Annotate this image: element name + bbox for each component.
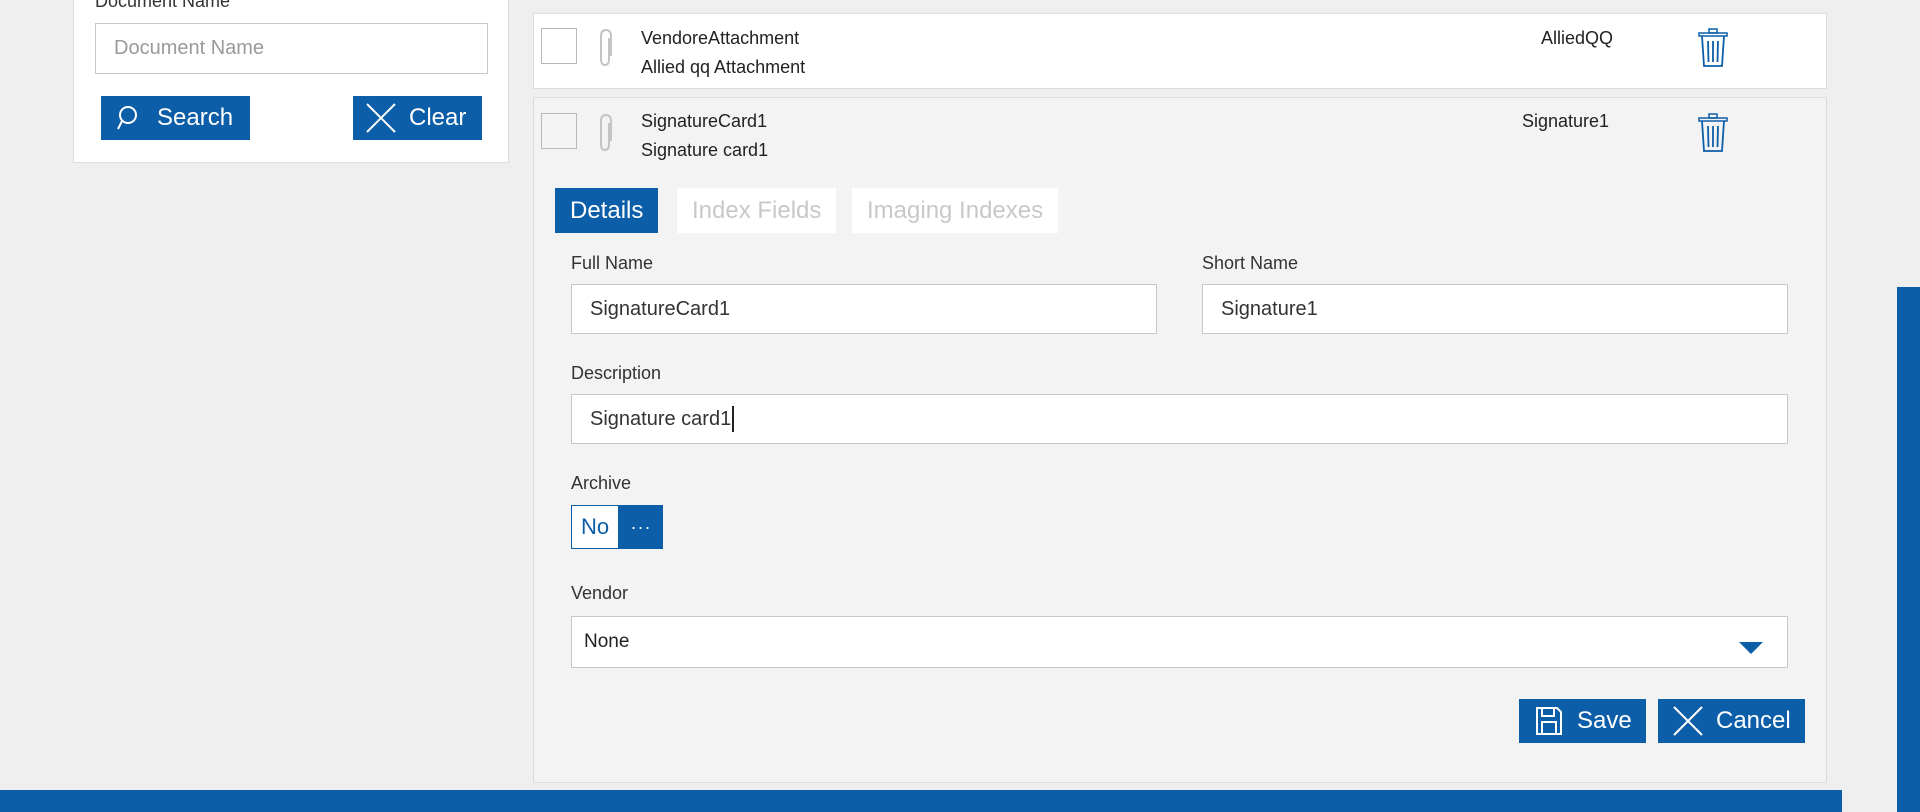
short-name-label: Short Name — [1202, 253, 1299, 273]
row-checkbox[interactable] — [541, 28, 577, 64]
document-title: VendoreAttachment — [641, 28, 800, 48]
document-description: Signature card1 — [641, 140, 769, 160]
paperclip-icon — [597, 28, 615, 73]
clear-button[interactable]: Clear — [353, 96, 482, 140]
full-name-field[interactable]: SignatureCard1 — [571, 284, 1157, 334]
archive-label: Archive — [571, 473, 632, 493]
scrollbar[interactable] — [1897, 287, 1920, 812]
search-button-label: Search — [157, 104, 234, 131]
document-row[interactable]: VendoreAttachment Allied qq Attachment A… — [533, 13, 1827, 89]
document-short-name: AlliedQQ — [1541, 28, 1614, 48]
tab-details[interactable]: Details — [555, 188, 659, 233]
document-title: SignatureCard1 — [641, 111, 768, 131]
archive-toggle[interactable]: No ··· — [571, 505, 663, 549]
full-name-label: Full Name — [571, 253, 654, 273]
close-icon — [1658, 705, 1716, 737]
save-button[interactable]: Save — [1519, 699, 1646, 743]
tab-imaging-indexes[interactable]: Imaging Indexes — [852, 188, 1059, 233]
archive-value[interactable]: No — [571, 505, 619, 549]
archive-more-button[interactable]: ··· — [619, 505, 663, 549]
document-name-input[interactable] — [95, 23, 488, 74]
description-value: Signature card1 — [590, 407, 732, 430]
vendor-select[interactable]: None — [571, 616, 1788, 668]
clear-button-label: Clear — [409, 104, 467, 131]
close-icon — [353, 102, 409, 134]
document-name-label: Document Name — [95, 0, 231, 11]
document-short-name: Signature1 — [1522, 111, 1610, 131]
trash-icon[interactable] — [1697, 113, 1729, 158]
search-button[interactable]: Search — [101, 96, 250, 140]
description-field[interactable]: Signature card1 — [571, 394, 1788, 444]
row-checkbox[interactable] — [541, 113, 577, 149]
chevron-down-icon — [1739, 638, 1763, 660]
bottom-bar — [0, 790, 1842, 812]
vendor-value: None — [584, 631, 630, 652]
trash-icon[interactable] — [1697, 28, 1729, 73]
search-icon — [101, 105, 157, 131]
text-caret — [732, 406, 735, 432]
cancel-button-label: Cancel — [1716, 707, 1791, 734]
search-panel: Document Name Search Clear — [73, 0, 509, 163]
short-name-field[interactable]: Signature1 — [1202, 284, 1788, 334]
save-icon — [1519, 706, 1577, 736]
save-button-label: Save — [1577, 707, 1632, 734]
short-name-value: Signature1 — [1221, 297, 1318, 320]
document-description: Allied qq Attachment — [641, 57, 806, 77]
cancel-button[interactable]: Cancel — [1658, 699, 1805, 743]
tab-index-fields[interactable]: Index Fields — [677, 188, 837, 233]
full-name-value: SignatureCard1 — [590, 297, 731, 320]
description-label: Description — [571, 363, 662, 383]
vendor-label: Vendor — [571, 583, 629, 603]
document-row-expanded[interactable]: SignatureCard1 Signature card1 Signature… — [533, 97, 1827, 783]
paperclip-icon — [597, 113, 615, 158]
